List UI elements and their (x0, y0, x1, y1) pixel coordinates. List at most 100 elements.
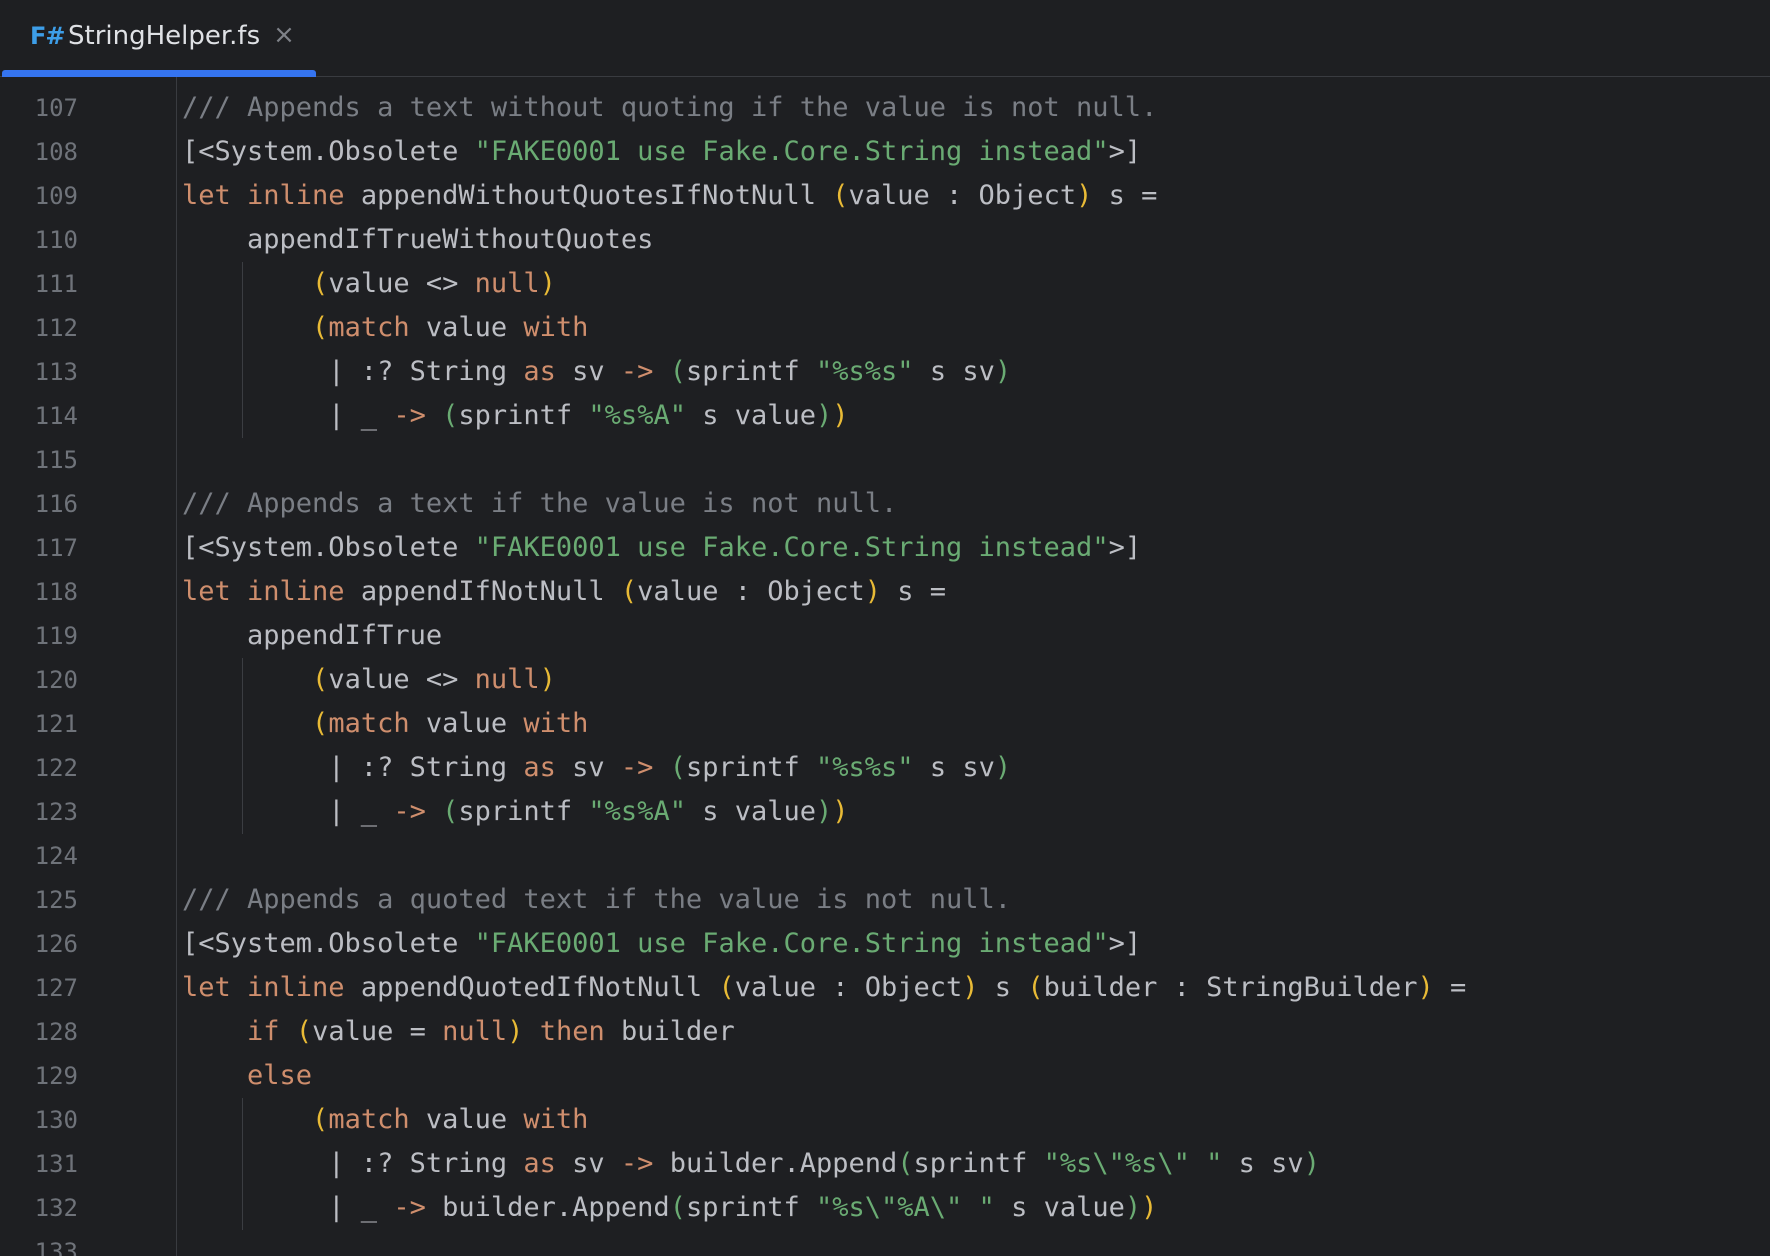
code-token: sv (555, 356, 621, 387)
code-token: match (328, 1104, 410, 1135)
code-token: | _ (182, 400, 394, 431)
code-token: ) (962, 972, 979, 1003)
code-text: /// Appends a text if the value is not n… (182, 482, 897, 526)
code-token: [<System.Obsolete (182, 532, 475, 563)
line-number: 114 (34, 402, 78, 430)
tab-stringhelper-fs[interactable]: F# StringHelper.fs × (0, 0, 316, 77)
code-token: >] (1108, 532, 1142, 563)
code-token: -> (620, 752, 654, 783)
code-line: 126 [<System.Obsolete "FAKE0001 use Fake.… (0, 922, 1770, 966)
code-token: [<System.Obsolete (182, 928, 475, 959)
editor-tab-bar: F# StringHelper.fs × (0, 0, 1770, 77)
code-token: ) (1076, 180, 1093, 211)
fsharp-file-icon: F# (30, 22, 66, 50)
code-token: [<System.Obsolete (182, 136, 475, 167)
code-text: [<System.Obsolete "FAKE0001 use Fake.Cor… (182, 526, 1141, 570)
code-text: | _ -> (sprintf "%s%A" s value)) (182, 790, 849, 834)
code-token: "FAKE0001 use Fake.Core.String instead" (474, 136, 1109, 167)
code-token: ( (312, 268, 329, 299)
code-token: "%s%A" (588, 796, 686, 827)
code-token: null (474, 268, 540, 299)
code-token: ) (832, 400, 849, 431)
code-text: (match value with (182, 1098, 588, 1142)
line-number: 113 (34, 358, 78, 386)
line-number: 125 (34, 886, 78, 914)
code-token: ) (864, 576, 882, 607)
code-line: 122 | :? String as sv -> (sprintf "%s%s"… (0, 746, 1770, 790)
tab-label: StringHelper.fs (68, 21, 261, 51)
code-token: ( (620, 576, 638, 607)
line-number: 123 (34, 798, 78, 826)
code-token: | :? String (182, 1148, 524, 1179)
close-tab-icon[interactable]: × (270, 20, 298, 50)
code-token: sprintf (458, 796, 589, 827)
code-token: builder.Append (653, 1148, 898, 1179)
code-token: s sv (913, 752, 995, 783)
code-text: (value <> null) (182, 658, 556, 702)
code-token: "FAKE0001 use Fake.Core.String instead" (474, 532, 1109, 563)
code-text: | _ -> (sprintf "%s%A" s value)) (182, 394, 849, 438)
code-line: 132 | _ -> builder.Append(sprintf "%s\"%… (0, 1186, 1770, 1230)
code-token: sprintf (458, 400, 589, 431)
code-text: | _ -> builder.Append(sprintf "%s\"%A\" … (182, 1186, 1157, 1230)
code-text: | :? String as sv -> (sprintf "%s%s" s s… (182, 350, 1011, 394)
code-token: ( (669, 752, 686, 783)
code-token: value : Object (637, 576, 865, 607)
code-token: | :? String (182, 752, 524, 783)
line-number: 119 (34, 622, 78, 650)
code-token: "%s\"%s\" " (1043, 1148, 1223, 1179)
line-number: 111 (34, 270, 78, 298)
code-text: let inline appendWithoutQuotesIfNotNull … (182, 174, 1157, 218)
code-text: | :? String as sv -> (sprintf "%s%s" s s… (182, 746, 1011, 790)
line-number: 122 (34, 754, 78, 782)
code-token: "%s%s" (816, 356, 914, 387)
code-editor[interactable]: 107 /// Appends a text without quoting if… (0, 77, 1770, 1256)
line-number: 110 (34, 226, 78, 254)
code-line: 129 else (0, 1054, 1770, 1098)
code-line: 112 (match value with (0, 306, 1770, 350)
code-line: 121 (match value with (0, 702, 1770, 746)
line-number: 107 (34, 94, 78, 122)
code-token: ) (507, 1016, 524, 1047)
code-token: s = (881, 576, 947, 607)
code-token: sprintf (685, 1192, 816, 1223)
code-text: [<System.Obsolete "FAKE0001 use Fake.Cor… (182, 922, 1141, 966)
line-number: 108 (34, 138, 78, 166)
code-token: null (474, 664, 540, 695)
code-token: value (409, 708, 524, 739)
code-token: ( (442, 796, 459, 827)
code-text: appendIfTrueWithoutQuotes (182, 218, 653, 262)
code-line: 107 /// Appends a text without quoting if… (0, 86, 1770, 130)
line-number: 133 (34, 1238, 78, 1256)
code-token: match (328, 708, 410, 739)
code-line: 116 /// Appends a text if the value is no… (0, 482, 1770, 526)
code-token: as (523, 356, 556, 387)
code-token: sprintf (685, 752, 817, 783)
code-token: ) (539, 664, 556, 695)
code-token: s sv (913, 356, 995, 387)
code-token: = (1433, 972, 1467, 1003)
code-token: appendQuotedIfNotNull (344, 972, 719, 1003)
code-line: 133 (0, 1230, 1770, 1256)
code-line: 114 | _ -> (sprintf "%s%A" s value)) (0, 394, 1770, 438)
code-line: 115 (0, 438, 1770, 482)
code-token: let inline (182, 576, 345, 607)
code-token: | _ (182, 1192, 394, 1223)
code-token: "%s\"%A\" " (816, 1192, 995, 1223)
code-token: ( (312, 664, 329, 695)
code-token: "%s%s" (816, 752, 914, 783)
code-token: ) (994, 752, 1012, 783)
code-token: appendIfTrue (182, 620, 443, 651)
code-token: value <> (328, 664, 475, 695)
code-text: if (value = null) then builder (182, 1010, 735, 1054)
code-token: -> (393, 796, 426, 827)
code-token: ) (832, 796, 849, 827)
code-token: ) (1303, 1148, 1320, 1179)
code-token: ( (1027, 972, 1044, 1003)
